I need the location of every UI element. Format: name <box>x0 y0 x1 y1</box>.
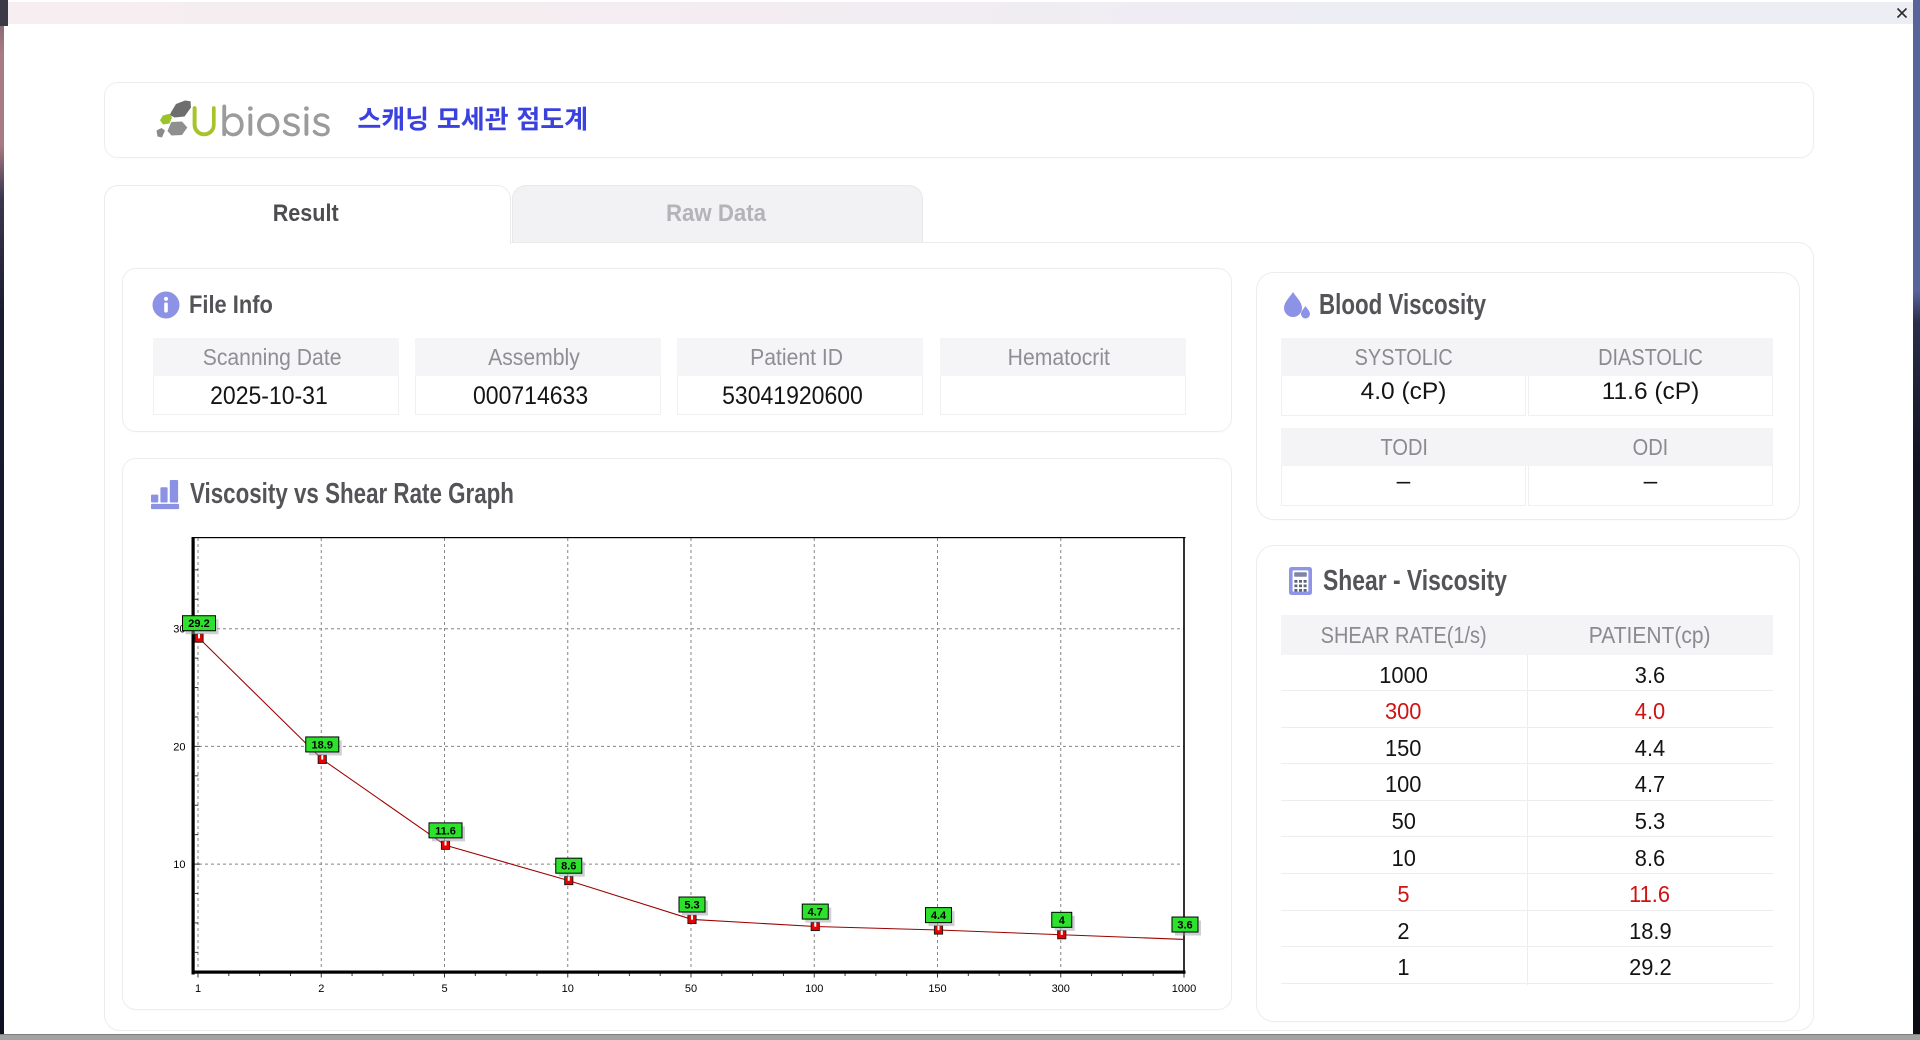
svg-text:20: 20 <box>173 741 185 753</box>
svg-text:50: 50 <box>685 983 697 995</box>
svg-text:18.9: 18.9 <box>312 739 333 751</box>
svg-text:5: 5 <box>441 983 447 995</box>
svg-text:10: 10 <box>562 983 574 995</box>
svg-text:5.3: 5.3 <box>684 900 699 912</box>
svg-text:4.7: 4.7 <box>808 907 823 919</box>
svg-text:3.6: 3.6 <box>1177 920 1192 932</box>
svg-text:2: 2 <box>318 983 324 995</box>
svg-text:100: 100 <box>805 983 823 995</box>
svg-text:300: 300 <box>1052 983 1070 995</box>
svg-text:10: 10 <box>173 859 185 871</box>
svg-text:8.6: 8.6 <box>561 861 576 873</box>
svg-text:29.2: 29.2 <box>188 618 209 630</box>
svg-text:4: 4 <box>1059 915 1066 927</box>
svg-text:1000: 1000 <box>1172 983 1196 995</box>
svg-text:11.6: 11.6 <box>435 825 456 837</box>
svg-text:1: 1 <box>195 983 201 995</box>
svg-text:150: 150 <box>928 983 946 995</box>
svg-text:4.4: 4.4 <box>931 910 947 922</box>
